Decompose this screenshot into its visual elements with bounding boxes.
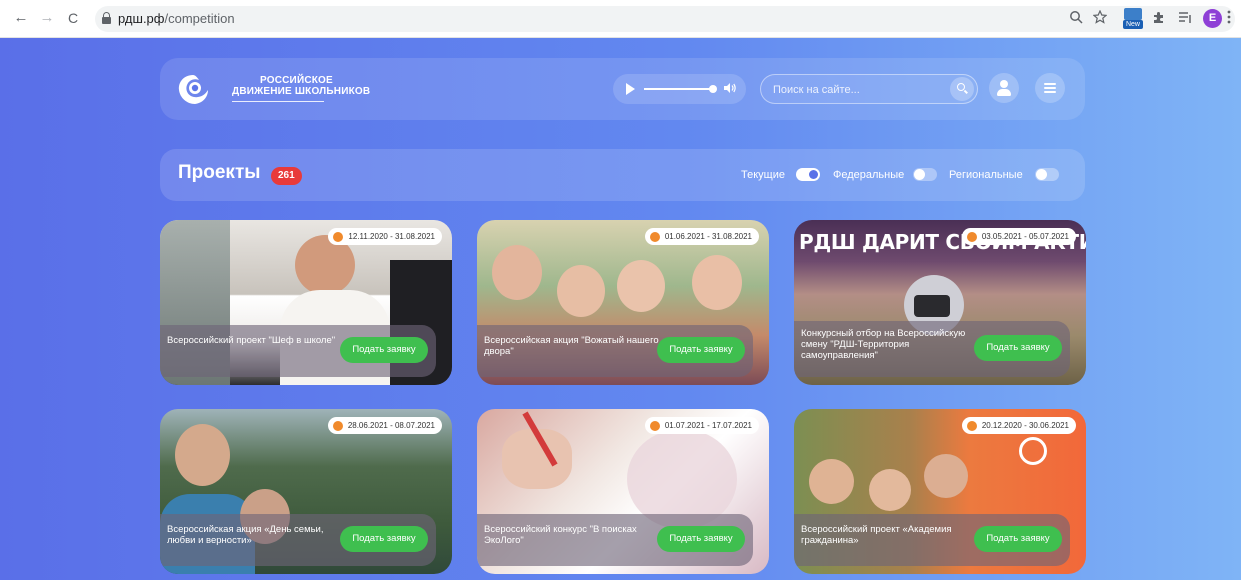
apply-button[interactable]: Подать заявку <box>340 526 428 552</box>
card-overlay: Всероссийская акция "Вожатый нашего двор… <box>477 325 753 377</box>
user-icon[interactable] <box>989 73 1019 103</box>
apply-button[interactable]: Подать заявку <box>657 337 745 363</box>
filter-federal-label: Федеральные <box>833 169 905 181</box>
card-title[interactable]: Всероссийский проект «Академия гражданин… <box>801 524 976 546</box>
card-date: 12.11.2020 - 31.08.2021 <box>328 228 442 245</box>
card-title[interactable]: Всероссийская акция «День семьи, любви и… <box>167 524 342 546</box>
apply-button[interactable]: Подать заявку <box>974 335 1062 361</box>
apply-button[interactable]: Подать заявку <box>340 337 428 363</box>
search-box <box>760 74 978 104</box>
back-icon[interactable]: ← <box>12 9 30 27</box>
card-date-text: 28.06.2021 - 08.07.2021 <box>347 421 435 430</box>
card-date-text: 03.05.2021 - 05.07.2021 <box>981 232 1069 241</box>
card-date-text: 12.11.2020 - 31.08.2021 <box>348 232 435 241</box>
status-dot-icon <box>966 232 977 242</box>
card-overlay: Всероссийский проект "Шеф в школе" Подат… <box>160 325 436 377</box>
filter-current-label: Текущие <box>741 169 785 181</box>
logo-text[interactable]: РОССИЙСКОЕ ДВИЖЕНИЕ ШКОЛЬНИКОВ <box>232 75 370 102</box>
project-card[interactable]: РДШ ДАРИТ СВОИМ АКТИВИСТАМ АРТЕК 03.05.2… <box>794 220 1086 385</box>
filter-regional-label: Региональные <box>949 169 1023 181</box>
logo-line1: РОССИЙСКОЕ <box>260 75 333 86</box>
audio-player <box>613 74 746 104</box>
status-dot-icon <box>649 232 660 242</box>
card-overlay: Конкурсный отбор на Всероссийскую смену … <box>794 321 1070 377</box>
url-path: /competition <box>164 11 235 26</box>
card-overlay: Всероссийский конкурс "В поисках ЭкоЛого… <box>477 514 753 566</box>
filter-regional-toggle[interactable] <box>1035 168 1059 181</box>
play-icon[interactable] <box>626 83 635 95</box>
status-dot-icon <box>649 421 660 431</box>
card-title[interactable]: Конкурсный отбор на Всероссийскую смену … <box>801 328 971 361</box>
forward-icon[interactable]: → <box>38 9 56 27</box>
project-card[interactable]: 01.07.2021 - 17.07.2021 Всероссийский ко… <box>477 409 769 574</box>
card-date-text: 20.12.2020 - 30.06.2021 <box>981 421 1069 430</box>
zoom-icon[interactable] <box>1067 10 1085 28</box>
browser-toolbar: ← → C рдш.рф/competition New E <box>0 0 1241 38</box>
volume-icon[interactable] <box>723 82 739 96</box>
card-date: 01.06.2021 - 31.08.2021 <box>644 228 759 245</box>
status-dot-icon <box>333 232 344 242</box>
logo-icon[interactable] <box>176 73 210 106</box>
card-date: 28.06.2021 - 08.07.2021 <box>327 417 442 434</box>
extension-new-icon[interactable]: New <box>1123 8 1143 30</box>
filter-current-toggle[interactable] <box>796 168 820 181</box>
project-card[interactable]: 28.06.2021 - 08.07.2021 Всероссийская ак… <box>160 409 452 574</box>
card-overlay: Всероссийский проект «Академия гражданин… <box>794 514 1070 566</box>
logo-line2: ДВИЖЕНИЕ ШКОЛЬНИКОВ <box>232 86 371 97</box>
search-button[interactable] <box>950 77 974 101</box>
url-text[interactable]: рдш.рф/competition <box>118 11 235 26</box>
address-bar[interactable] <box>95 6 1235 32</box>
card-date-text: 01.07.2021 - 17.07.2021 <box>664 421 752 430</box>
projects-count-badge: 261 <box>271 167 302 185</box>
status-dot-icon <box>332 421 343 431</box>
card-date-text: 01.06.2021 - 31.08.2021 <box>664 232 752 241</box>
card-overlay: Всероссийская акция «День семьи, любви и… <box>160 514 436 566</box>
site-header: РОССИЙСКОЕ ДВИЖЕНИЕ ШКОЛЬНИКОВ <box>160 58 1085 120</box>
card-date: 20.12.2020 - 30.06.2021 <box>961 417 1076 434</box>
audio-progress-handle[interactable] <box>709 85 717 93</box>
lock-icon[interactable] <box>102 12 111 24</box>
card-date: 01.07.2021 - 17.07.2021 <box>644 417 759 434</box>
menu-icon[interactable] <box>1035 73 1065 103</box>
project-card[interactable]: 12.11.2020 - 31.08.2021 Всероссийский пр… <box>160 220 452 385</box>
puzzle-icon[interactable] <box>1150 10 1168 28</box>
audio-progress-track[interactable] <box>644 88 714 90</box>
extension-new-label: New <box>1123 20 1143 29</box>
url-domain: рдш.рф <box>118 11 165 26</box>
logo-underline <box>232 101 324 102</box>
apply-button[interactable]: Подать заявку <box>974 526 1062 552</box>
star-icon[interactable] <box>1091 9 1109 28</box>
filter-federal-toggle[interactable] <box>913 168 937 181</box>
page-body: РОССИЙСКОЕ ДВИЖЕНИЕ ШКОЛЬНИКОВ Проекты 2… <box>0 38 1241 580</box>
projects-bar: Проекты 261 Текущие Федеральные Регионал… <box>160 149 1085 201</box>
search-input[interactable] <box>773 81 933 99</box>
page-title: Проекты <box>178 162 261 183</box>
card-date: 03.05.2021 - 05.07.2021 <box>961 228 1076 245</box>
profile-avatar[interactable]: E <box>1203 9 1222 28</box>
reload-icon[interactable]: C <box>64 9 82 27</box>
project-card[interactable]: 01.06.2021 - 31.08.2021 Всероссийская ак… <box>477 220 769 385</box>
project-card[interactable]: 20.12.2020 - 30.06.2021 Всероссийский пр… <box>794 409 1086 574</box>
more-vert-icon[interactable] <box>1223 10 1235 28</box>
status-dot-icon <box>966 421 977 431</box>
card-title[interactable]: Всероссийский конкурс "В поисках ЭкоЛого… <box>484 524 659 546</box>
card-title[interactable]: Всероссийский проект "Шеф в школе" <box>167 335 342 346</box>
apply-button[interactable]: Подать заявку <box>657 526 745 552</box>
card-title[interactable]: Всероссийская акция "Вожатый нашего двор… <box>484 335 659 357</box>
reading-list-icon[interactable] <box>1176 10 1194 28</box>
